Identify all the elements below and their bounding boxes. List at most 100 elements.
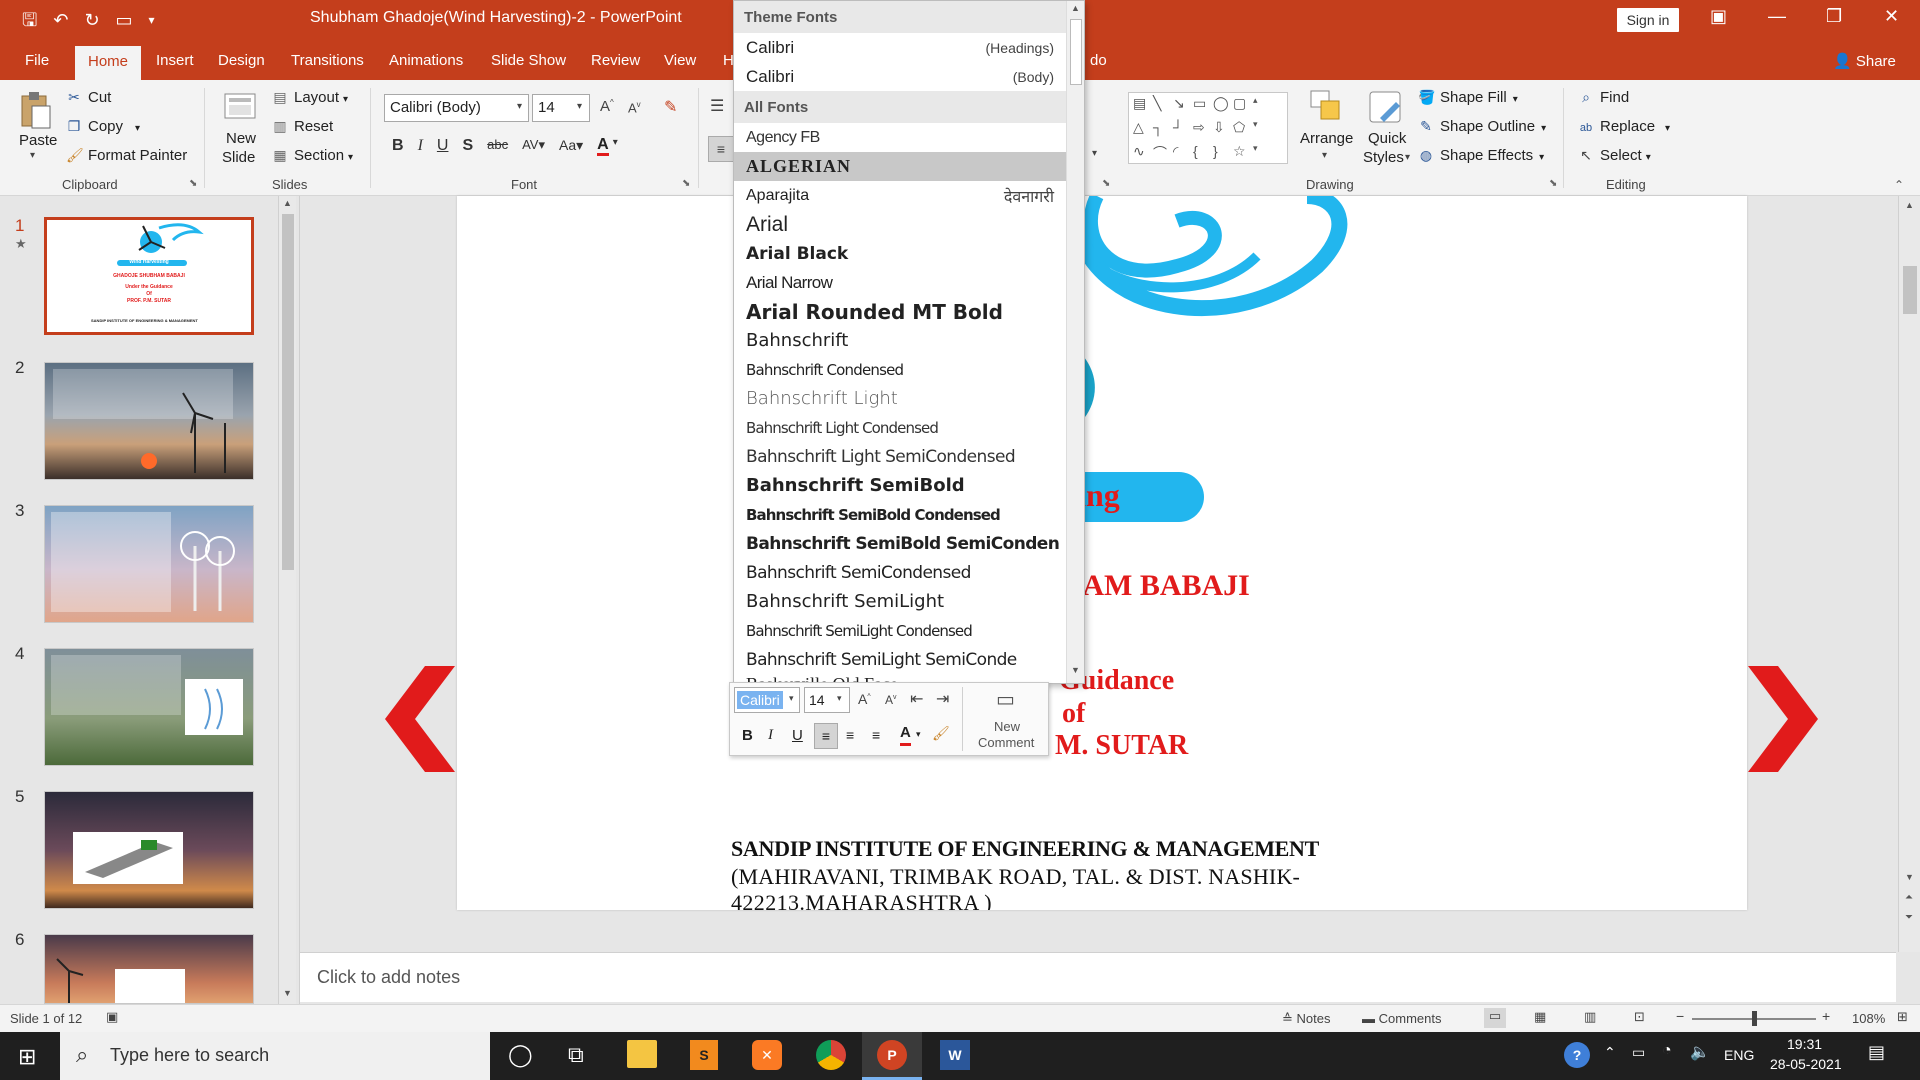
font-list-scrollbar[interactable]: ▲ ▼ bbox=[1066, 1, 1084, 683]
change-case-icon[interactable]: Aa▾ bbox=[559, 137, 583, 156]
fit-to-window-icon[interactable]: ⊞ bbox=[1897, 1009, 1908, 1025]
rounded-rectangle-shape-icon[interactable]: ▢ bbox=[1233, 95, 1253, 119]
scroll-thumb[interactable] bbox=[1070, 19, 1082, 85]
input-language[interactable]: ENG bbox=[1724, 1047, 1754, 1063]
layout-button[interactable]: ▤ Layout ▾ bbox=[272, 89, 348, 106]
maximize-icon[interactable]: ❐ bbox=[1826, 6, 1842, 27]
shape-outline-button[interactable]: ✎ Shape Outline ▾ bbox=[1418, 118, 1546, 135]
windows-start-icon[interactable]: ⊞ bbox=[18, 1044, 36, 1070]
font-option[interactable]: Arial Black bbox=[734, 239, 1066, 268]
slideshow-view-icon[interactable]: ⊡ bbox=[1634, 1009, 1645, 1025]
scroll-up-icon[interactable]: ▲ bbox=[283, 198, 292, 208]
font-option-highlighted[interactable]: ALGERIAN bbox=[734, 152, 1066, 181]
font-option[interactable]: Bahnschrift SemiLight Condensed bbox=[734, 616, 1066, 645]
freeform-shape-icon[interactable]: ∿ bbox=[1133, 143, 1153, 167]
character-spacing-icon[interactable]: AV▾ bbox=[522, 137, 545, 156]
professor-text[interactable]: M. SUTAR bbox=[1055, 730, 1188, 762]
clock-time[interactable]: 19:31 bbox=[1787, 1036, 1822, 1052]
font-option[interactable]: Bahnschrift Light Condensed bbox=[734, 413, 1066, 442]
show-hidden-icons-icon[interactable]: ⌃ bbox=[1604, 1044, 1616, 1061]
minimize-icon[interactable]: — bbox=[1768, 6, 1786, 27]
help-icon[interactable]: ? bbox=[1564, 1042, 1590, 1068]
chevron-down-icon[interactable]: ▾ bbox=[517, 101, 522, 112]
next-slide-icon[interactable]: ⏷ bbox=[1905, 912, 1913, 923]
notes-button[interactable]: ≙ Notes bbox=[1282, 1011, 1330, 1027]
rectangle-shape-icon[interactable]: ▭ bbox=[1193, 95, 1213, 119]
spell-check-icon[interactable]: ▣ bbox=[106, 1009, 118, 1025]
of-text[interactable]: of bbox=[1062, 698, 1085, 730]
gallery-down-icon[interactable]: ▾ bbox=[1253, 119, 1273, 143]
undo-icon[interactable]: ↶ bbox=[53, 8, 68, 32]
replace-button[interactable]: ab Replace ▾ bbox=[1578, 118, 1670, 135]
font-option[interactable]: Bahnschrift Light SemiCondensed bbox=[734, 442, 1066, 471]
font-option[interactable]: Arial Narrow bbox=[734, 268, 1066, 297]
student-name-text[interactable]: HAM BABAJI bbox=[1059, 569, 1250, 603]
format-painter-button[interactable]: 🖌 Format Painter bbox=[66, 147, 187, 164]
shadow-icon[interactable]: S bbox=[462, 137, 473, 156]
font-option[interactable]: Bahnschrift SemiBold Condensed bbox=[734, 500, 1066, 529]
scroll-down-icon[interactable]: ▼ bbox=[1905, 872, 1914, 882]
underline-icon[interactable]: U bbox=[792, 727, 803, 744]
share-button[interactable]: 👤 Share bbox=[1833, 52, 1896, 70]
select-button[interactable]: ↖ Select ▾ bbox=[1578, 147, 1651, 164]
section-button[interactable]: ▦ Section ▾ bbox=[272, 147, 353, 164]
volume-icon[interactable]: 🔈 bbox=[1690, 1042, 1710, 1062]
word-icon[interactable]: W bbox=[940, 1040, 970, 1070]
notification-center-icon[interactable]: ▤ bbox=[1868, 1042, 1885, 1063]
mini-font-name-box[interactable]: Calibri ▾ bbox=[734, 687, 800, 713]
decrease-indent-icon[interactable]: ⇤ bbox=[910, 689, 923, 709]
ribbon-display-icon[interactable]: ▣ bbox=[1710, 6, 1727, 27]
gallery-more-icon[interactable]: ▾ bbox=[1253, 143, 1273, 167]
align-center-icon[interactable]: ≡ bbox=[846, 727, 854, 743]
font-option[interactable]: Bahnschrift Condensed bbox=[734, 355, 1066, 384]
oval-shape-icon[interactable]: ◯ bbox=[1213, 95, 1233, 119]
font-option[interactable]: Bahnschrift SemiLight bbox=[734, 587, 1066, 616]
file-explorer-icon[interactable] bbox=[627, 1040, 657, 1068]
comments-button[interactable]: ▬ Comments bbox=[1362, 1011, 1441, 1026]
task-view-icon[interactable]: ⧉ bbox=[568, 1042, 584, 1068]
address-line-2[interactable]: 422213.MAHARASHTRA ) bbox=[731, 890, 992, 910]
font-option[interactable]: Bahnschrift SemiBold bbox=[734, 471, 1066, 500]
font-option[interactable]: Arial Rounded MT Bold bbox=[734, 297, 1066, 326]
tell-me-box[interactable]: do bbox=[1090, 52, 1107, 69]
text-box-shape-icon[interactable]: ▤ bbox=[1133, 95, 1153, 119]
slide-thumbnail-6[interactable] bbox=[44, 934, 254, 1004]
increase-font-size-icon[interactable]: A^ bbox=[600, 98, 614, 115]
tab-design[interactable]: Design bbox=[218, 52, 265, 69]
dialog-launcher-icon[interactable]: ⬊ bbox=[682, 178, 690, 189]
align-left-icon[interactable]: ≡ bbox=[814, 723, 838, 749]
tab-animations[interactable]: Animations bbox=[389, 52, 463, 69]
scroll-up-icon[interactable]: ▲ bbox=[1071, 3, 1080, 13]
battery-icon[interactable]: ▭ bbox=[1632, 1044, 1645, 1061]
taskbar-search-box[interactable]: ⌕ Type here to search bbox=[60, 1032, 490, 1080]
customize-qat-icon[interactable]: ▾ bbox=[149, 8, 155, 32]
slide-thumbnail-3[interactable] bbox=[44, 505, 254, 623]
collapse-ribbon-icon[interactable]: ⌃ bbox=[1894, 178, 1904, 192]
new-comment-button[interactable]: ▭ New Comment bbox=[970, 685, 1044, 755]
tab-home[interactable]: Home bbox=[75, 46, 142, 80]
decrease-font-size-icon[interactable]: Av bbox=[628, 100, 641, 115]
curve-shape-icon[interactable]: ⌒ bbox=[1153, 143, 1173, 167]
dialog-launcher-icon[interactable]: ⬊ bbox=[1549, 178, 1557, 189]
shape-effects-button[interactable]: ◍ Shape Effects ▾ bbox=[1418, 147, 1544, 164]
xampp-icon[interactable]: ✕ bbox=[752, 1040, 782, 1070]
bold-icon[interactable]: B bbox=[742, 727, 753, 744]
slide-sorter-icon[interactable]: ▦ bbox=[1534, 1009, 1546, 1025]
clear-formatting-icon[interactable]: ✎ bbox=[664, 97, 677, 117]
tab-slide-show[interactable]: Slide Show bbox=[491, 52, 566, 69]
reset-button[interactable]: ▥ Reset bbox=[272, 118, 333, 135]
scroll-thumb[interactable] bbox=[282, 214, 294, 570]
italic-icon[interactable]: I bbox=[418, 137, 423, 156]
decrease-font-size-icon[interactable]: Av bbox=[885, 693, 897, 707]
font-option[interactable]: Bahnschrift bbox=[734, 326, 1066, 355]
tab-transitions[interactable]: Transitions bbox=[291, 52, 364, 69]
elbow-arrow-shape-icon[interactable]: ┘ bbox=[1173, 119, 1193, 143]
tab-file[interactable]: File bbox=[25, 52, 49, 69]
zoom-out-icon[interactable]: − bbox=[1676, 1008, 1684, 1024]
thumbnail-scrollbar[interactable]: ▲ ▼ bbox=[278, 196, 296, 1004]
font-option-calibri-headings[interactable]: Calibri (Headings) bbox=[734, 33, 1066, 62]
font-option[interactable]: Bahnschrift SemiBold SemiConden bbox=[734, 529, 1066, 558]
font-option[interactable]: Agency FB bbox=[734, 123, 1066, 152]
increase-indent-icon[interactable]: ⇥ bbox=[936, 689, 949, 709]
bold-icon[interactable]: B bbox=[392, 137, 404, 156]
